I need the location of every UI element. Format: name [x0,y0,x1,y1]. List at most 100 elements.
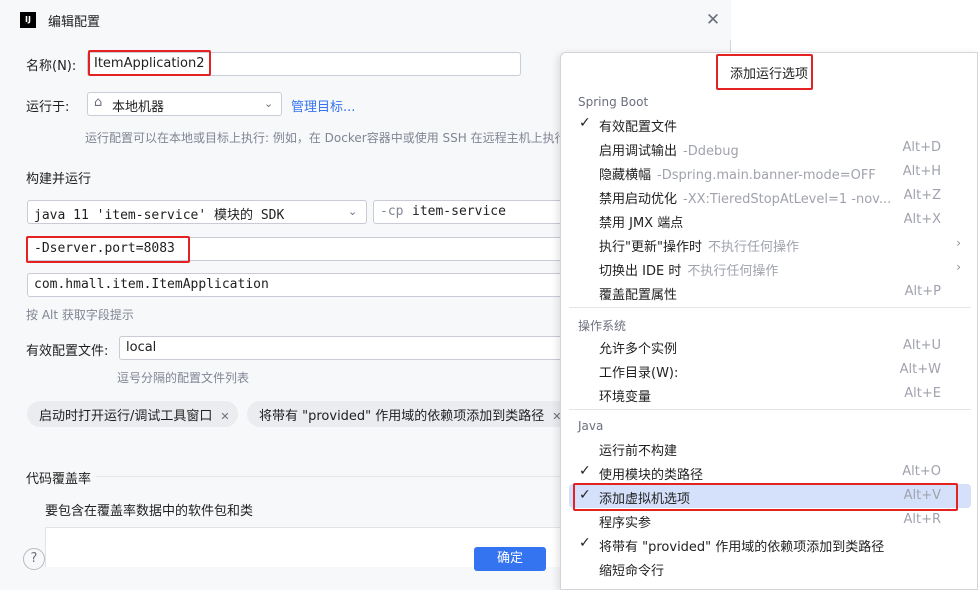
option-item[interactable]: ✓ 使用模块的类路径 Alt+O [569,460,971,484]
divider [569,307,971,308]
chip-open-run-window[interactable]: 启动时打开运行/调试工具窗口 ✕ [27,401,238,427]
option-shortcut: Alt+R [903,512,941,527]
option-text: 将带有 "provided" 作用域的依赖项添加到类路径 [599,540,885,555]
build-run-heading: 构建并运行 [26,172,92,187]
option-label: 程序实参 [599,512,651,531]
option-item[interactable]: 执行"更新"操作时 不执行任何操作 › [569,232,971,256]
option-label: 运行前不构建 [599,440,677,459]
dialog-title: 编辑配置 [48,15,101,30]
option-text: 允许多个实例 [599,342,678,357]
profiles-hint: 逗号分隔的配置文件列表 [117,371,250,385]
option-item[interactable]: 工作目录(W): Alt+W [569,358,971,382]
profiles-input[interactable]: local [119,336,573,360]
option-item[interactable]: 禁用启动优化 -XX:TieredStopAtLevel=1 -nov... Alt… [569,184,971,208]
option-item[interactable]: 程序实参 Alt+R [569,508,971,532]
option-item[interactable]: 禁用 JMX 端点 Alt+X [569,208,971,232]
option-item[interactable]: 启用调试输出 -Ddebug Alt+D [569,136,971,160]
help-button[interactable]: ? [23,548,45,570]
section-spring-boot: Spring Boot [578,95,649,109]
chevron-down-icon: ⌄ [264,97,274,110]
ok-button[interactable]: 确定 [474,547,546,571]
cp-prefix: -cp [380,204,404,219]
option-shortcut: Alt+O [902,464,941,479]
option-item[interactable]: ✓ 添加虚拟机选项 Alt+V [569,484,971,508]
jdk-select[interactable]: java 11 'item-service' 模块的 SDK ⌄ [27,200,367,224]
profiles-label: 有效配置文件: [26,344,109,359]
option-item[interactable]: 隐藏横幅 -Dspring.main.banner-mode=OFF Alt+H [569,160,971,184]
classpath-select[interactable]: -cp item-service [373,200,573,224]
option-shortcut: Alt+P [904,284,941,299]
run-on-hint: 运行配置可以在本地或目标上执行: 例如，在 Docker容器中或使用 SSH 在… [85,131,567,145]
option-text: 覆盖配置属性 [599,288,678,303]
chevron-right-icon: › [956,236,961,250]
option-text: 使用模块的类路径 [599,468,704,483]
alt-hint: 按 Alt 获取字段提示 [26,308,134,322]
option-shortcut: Alt+E [904,386,941,401]
option-text: 隐藏横幅 [599,168,652,183]
divider [96,476,566,477]
chip-label: 启动时打开运行/调试工具窗口 [39,409,213,424]
option-item[interactable]: ✓ 将带有 "provided" 作用域的依赖项添加到类路径 [569,532,971,556]
option-text: 程序实参 [599,516,652,531]
name-input[interactable]: ItemApplication2 [87,52,521,76]
option-text: 启用调试输出 [599,144,678,159]
name-label: 名称(N): [26,59,77,74]
option-label: 禁用 JMX 端点 [599,212,683,231]
intellij-logo-icon: IJ [20,12,36,28]
option-item[interactable]: 切换出 IDE 时不执行任何操作 › [569,256,971,280]
chip-provided-scope[interactable]: 将带有 "provided" 作用域的依赖项添加到类路径 ✕ [247,401,570,427]
run-on-label: 运行于: [26,100,70,115]
option-text: 执行"更新"操作时 [599,240,702,255]
option-shortcut: Alt+X [903,212,941,227]
option-label: 执行"更新"操作时 不执行任何操作 [599,236,799,255]
popup-title: 添加运行选项 [729,67,808,82]
name-value: ItemApplication2 [94,56,205,71]
remove-icon[interactable]: ✕ [220,410,229,423]
option-label: 允许多个实例 [599,338,677,357]
chip-label: 将带有 "provided" 作用域的依赖项添加到类路径 [259,409,545,424]
option-label: 隐藏横幅 -Dspring.main.banner-mode=OFF [599,164,876,183]
close-icon[interactable]: ✕ [704,11,722,29]
option-label: 将带有 "provided" 作用域的依赖项添加到类路径 [599,536,884,555]
main-class-input[interactable]: com.hmall.item.ItemApplication [27,273,573,297]
divider [569,409,971,410]
option-text: 切换出 IDE 时 [599,264,682,279]
option-item[interactable]: ✓ 有效配置文件 [569,112,971,136]
option-item[interactable]: 允许多个实例 Alt+U [569,334,971,358]
option-label: 禁用启动优化 -XX:TieredStopAtLevel=1 -nov... [599,188,891,207]
option-label: 缩短命令行 [599,560,664,579]
checkmark-icon: ✓ [579,535,591,551]
vm-options-input[interactable]: -Dserver.port=8083 [27,237,573,261]
option-description: -Ddebug [683,144,739,159]
option-description: -Dspring.main.banner-mode=OFF [657,168,876,183]
option-label: 覆盖配置属性 [599,284,677,303]
dialog-titlebar: IJ 编辑配置 ✕ [0,0,731,40]
option-item[interactable]: 缩短命令行 [569,556,971,580]
option-item[interactable]: 覆盖配置属性 Alt+P [569,280,971,304]
target-select[interactable]: ⌂ 本地机器 ⌄ [87,92,282,116]
option-text: 环境变量 [599,390,652,405]
main-class-value: com.hmall.item.ItemApplication [34,277,269,292]
checkmark-icon: ✓ [579,487,591,503]
option-shortcut: Alt+U [902,338,941,353]
section-java: Java [578,419,604,433]
add-run-options-popup: 添加运行选项 Spring Boot ✓ 有效配置文件 启用调试输出 -Ddebug A… [560,52,978,590]
section-os: 操作系统 [578,319,627,333]
option-label: 添加虚拟机选项 [599,488,690,507]
option-description: 不执行任何操作 [687,264,779,279]
chevron-down-icon: ⌄ [348,205,358,218]
checkmark-icon: ✓ [579,463,591,479]
option-label: 启用调试输出 -Ddebug [599,140,739,159]
target-value: 本地机器 [112,100,165,115]
option-item[interactable]: 运行前不构建 [569,436,971,460]
option-text: 添加虚拟机选项 [599,492,691,507]
cp-value: item-service [412,204,506,219]
option-text: 有效配置文件 [599,120,678,135]
jdk-value: java 11 'item-service' 模块的 SDK [34,208,285,223]
manage-targets-link[interactable]: 管理目标... [291,96,355,115]
option-item[interactable]: 环境变量 Alt+E [569,382,971,406]
option-shortcut: Alt+D [902,140,941,155]
option-label: 工作目录(W): [599,362,678,381]
option-description: 不执行任何操作 [707,240,799,255]
option-shortcut: Alt+Z [903,188,941,203]
